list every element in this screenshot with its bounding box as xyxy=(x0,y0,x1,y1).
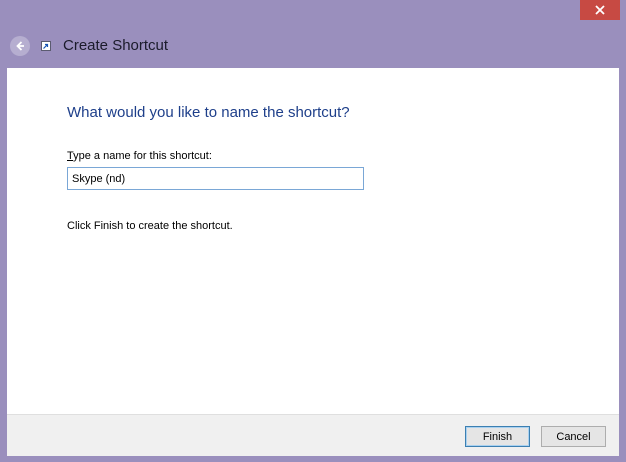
close-icon xyxy=(595,5,605,15)
back-button[interactable] xyxy=(10,36,30,56)
name-field-label-text: ype a name for this shortcut: xyxy=(73,150,212,162)
name-field-label: Type a name for this shortcut: xyxy=(67,150,212,162)
page-heading: What would you like to name the shortcut… xyxy=(67,104,350,121)
wizard-content: What would you like to name the shortcut… xyxy=(7,68,619,414)
finish-hint: Click Finish to create the shortcut. xyxy=(67,220,233,232)
cancel-button[interactable]: Cancel xyxy=(541,426,606,447)
back-arrow-icon xyxy=(16,41,24,51)
finish-button[interactable]: Finish xyxy=(465,426,530,447)
close-button[interactable] xyxy=(580,0,620,20)
create-shortcut-window: Create Shortcut What would you like to n… xyxy=(0,0,626,462)
shortcut-icon xyxy=(41,41,51,51)
window-title: Create Shortcut xyxy=(63,37,169,54)
button-bar: Finish Cancel xyxy=(7,414,619,456)
shortcut-name-input[interactable] xyxy=(67,167,364,190)
title-bar: Create Shortcut xyxy=(0,24,626,68)
